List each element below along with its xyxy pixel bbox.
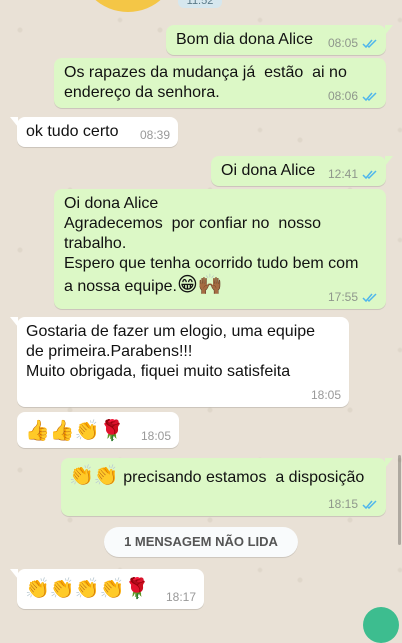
message-body: precisando estamos a disposição <box>118 469 365 486</box>
bubble-tail <box>10 569 18 579</box>
message-time: 18:17 <box>165 590 196 604</box>
scrollbar[interactable] <box>398 455 401 545</box>
message-bubble-outgoing[interactable]: 👏👏 precisando estamos a disposição 18:15 <box>61 458 393 516</box>
double-check-icon <box>362 91 377 101</box>
bubble-tail <box>385 25 393 35</box>
message-bubble-outgoing[interactable]: Oi dona Alice 12:41 <box>211 156 393 186</box>
message-emoji: 👍👍👏🌹 <box>25 418 125 442</box>
message-bubble-outgoing[interactable]: Oi dona Alice Agradecemos por confiar no… <box>54 189 386 309</box>
message-text: 👏👏 precisando estamos a disposição <box>69 465 364 488</box>
message-bubble-incoming[interactable]: 👍👍👏🌹 18:05 <box>17 412 179 448</box>
message-meta: 18:17 <box>166 590 196 604</box>
unread-messages-banner: 1 MENSAGEM NÃO LIDA <box>104 527 298 557</box>
message-meta: 12:41 <box>328 167 378 181</box>
message-text: Os rapazes da mudança já estão ai no end… <box>64 64 347 101</box>
message-bubble-outgoing[interactable]: Bom dia dona Alice 08:05 <box>166 25 393 55</box>
message-time: 12:41 <box>327 167 358 181</box>
message-emoji: 👏👏 <box>69 463 119 487</box>
double-check-icon <box>362 292 377 302</box>
message-bubble-incoming[interactable]: 👏👏👏👏🌹 18:17 <box>10 569 204 609</box>
message-time: 08:39 <box>139 128 170 142</box>
double-check-icon <box>362 38 377 48</box>
message-text: ok tudo certo <box>26 123 119 140</box>
message-meta: 17:55 <box>328 290 378 304</box>
message-text: Gostaria de fazer um elogio, uma equipe … <box>26 323 316 380</box>
message-bubble-incoming[interactable]: ok tudo certo 08:39 <box>10 117 178 147</box>
bubble-tail <box>10 117 18 127</box>
message-meta: 08:05 <box>328 36 378 50</box>
message-meta: 08:06 <box>328 89 378 103</box>
message-meta: 18:15 <box>328 497 378 511</box>
double-check-icon <box>362 499 377 509</box>
bubble-tail <box>385 156 393 166</box>
message-time: 17:55 <box>327 290 358 304</box>
message-bubble-outgoing[interactable]: Os rapazes da mudança já estão ai no end… <box>54 58 386 108</box>
message-bubble-incoming[interactable]: Gostaria de fazer um elogio, uma equipe … <box>10 317 349 407</box>
message-time: 18:05 <box>310 388 341 402</box>
timestamp-pill: 11:52 <box>178 0 222 8</box>
bubble-tail <box>10 317 18 327</box>
message-emoji: 👏👏👏👏🌹 <box>25 576 150 600</box>
message-meta: 18:05 <box>311 388 341 402</box>
message-time: 18:15 <box>327 497 358 511</box>
scroll-down-icon[interactable] <box>363 607 399 643</box>
message-emoji: 😁🙌🏾 <box>176 272 223 296</box>
message-text: Oi dona Alice <box>221 162 316 179</box>
message-time: 08:06 <box>327 89 358 103</box>
message-time: 08:05 <box>327 36 358 50</box>
message-time: 18:05 <box>140 429 171 443</box>
message-meta: 18:05 <box>141 429 171 443</box>
message-text: Oi dona Alice Agradecemos por confiar no… <box>64 194 358 297</box>
double-check-icon <box>362 169 377 179</box>
bubble-tail <box>385 458 393 468</box>
message-meta: 08:39 <box>140 128 170 142</box>
message-text: Bom dia dona Alice <box>176 31 313 48</box>
